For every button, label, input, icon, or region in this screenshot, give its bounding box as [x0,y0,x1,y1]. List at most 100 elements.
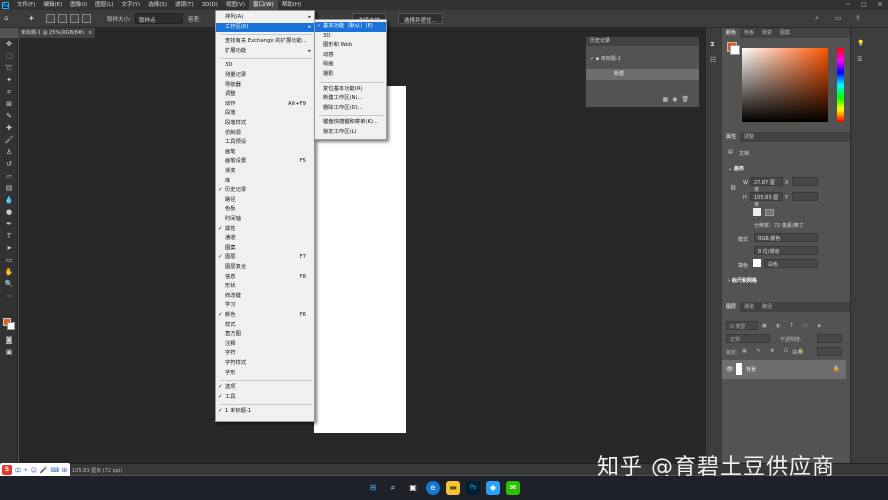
rectangle-tool-icon[interactable]: ▭ [0,254,18,266]
tab-patterns[interactable]: 图案 [776,28,794,38]
workspace-menu-item[interactable]: ✓ 基本功能（默认）(E) [315,22,386,32]
magic-wand-tool-icon[interactable]: ✦ [0,74,18,86]
ime-emoji-icon[interactable]: ☺ [31,467,37,474]
share-icon[interactable]: ⇪ [855,14,861,22]
layer-filter-icons[interactable]: ▣ ◐ T ▭ ◈ [762,323,825,329]
bit-depth-select[interactable]: 8 位/通道 [754,246,818,255]
history-brush-tool-icon[interactable]: ↺ [0,158,18,170]
window-menu-item[interactable]: 色板 [216,205,314,215]
more-tools-icon[interactable]: ⋯ [0,290,18,302]
path-selection-tool-icon[interactable]: ➤ [0,242,18,254]
x-field[interactable] [792,177,818,186]
brush-tool-icon[interactable]: 🖌 [0,134,18,146]
tab-layers[interactable]: 图层 [722,302,741,312]
menu-file[interactable]: 文件(F) [13,0,39,10]
window-menu-item[interactable]: 段落样式 [216,119,314,129]
menu-help[interactable]: 帮助(H) [278,0,305,10]
eye-icon[interactable]: 👁 [726,366,734,373]
intersect-selection-icon[interactable] [82,14,91,23]
eyedropper-tool-icon[interactable]: ✎ [0,110,18,122]
link-icon[interactable]: ⛓ [730,185,736,191]
photoshop-taskbar-icon[interactable]: Ps [466,481,480,495]
gradient-tool-icon[interactable]: ▤ [0,182,18,194]
layer-filter-select[interactable]: Q 类型 [726,321,758,330]
width-field[interactable]: 27.87 厘米 [750,177,783,193]
workspace-menu-item[interactable]: 删除工作区(D)... [315,104,386,114]
eraser-tool-icon[interactable]: ▱ [0,170,18,182]
window-menu-item[interactable]: 工具预设 [216,138,314,148]
rulers-grid-section-title[interactable]: › 标尺和网格 [728,277,757,284]
window-menu-item[interactable]: 直方图 [216,330,314,340]
window-menu-item[interactable]: 查找有关 Exchange 的扩展功能... [216,37,314,47]
app-icon[interactable]: ◆ [486,481,500,495]
workspace-menu-item[interactable]: 复位基本功能(R) [315,85,386,95]
window-menu-item[interactable]: 测量记录 [216,71,314,81]
workspace-menu-item[interactable]: 动感 [315,51,386,61]
trash-icon[interactable]: 🗑 [681,96,693,103]
fill-opacity-field[interactable] [817,347,842,356]
window-menu-item[interactable]: ✓ 选项 [216,383,314,393]
window-menu-item[interactable]: ✓ 1 未标题-1 [216,407,314,417]
window-menu-item[interactable]: 学习 [216,301,314,311]
new-selection-icon[interactable] [46,14,55,23]
window-menu-item[interactable]: ✓ 图层 F7 [216,253,314,263]
window-menu-item[interactable]: 段落 [216,109,314,119]
lasso-tool-icon[interactable]: ➰ [0,62,18,74]
window-menu-item[interactable]: 画笔设置 F5 [216,157,314,167]
history-step[interactable]: 新建 [586,69,699,80]
new-document-icon[interactable]: ▦ [662,96,672,103]
crop-tool-icon[interactable]: ⌗ [0,86,18,98]
window-menu-item[interactable]: 排列(A) ▸ [216,13,314,23]
landscape-orientation-icon[interactable] [765,209,774,216]
window-menu-item[interactable]: 信息 F8 [216,273,314,283]
frame-tool-icon[interactable]: ⊠ [0,98,18,110]
libraries-icon[interactable]: ☰ [857,56,862,63]
quick-mask-icon[interactable]: ◙ [0,334,18,346]
mode-select[interactable]: RGB 颜色 [754,233,818,242]
workspace-menu-item[interactable]: 绘画 [315,60,386,70]
menu-view[interactable]: 视图(V) [222,0,249,10]
window-menu-item[interactable]: 仿制源 [216,129,314,139]
sogou-logo[interactable]: S [2,465,12,475]
file-explorer-icon[interactable]: ▬ [446,481,460,495]
window-menu-item[interactable]: 图层复合 [216,263,314,273]
pen-tool-icon[interactable]: ✒ [0,218,18,230]
background-swatch[interactable] [730,45,740,55]
window-menu-item[interactable]: ✓ 属性 [216,225,314,235]
window-menu-item[interactable]: 字符 [216,349,314,359]
workspace-menu-item[interactable]: 新建工作区(N)... [315,94,386,104]
blend-mode-select[interactable]: 正常 [726,334,770,343]
zoom-tool-icon[interactable]: 🔍 [0,278,18,290]
window-menu-item[interactable]: 调整 [216,90,314,100]
sample-size-select[interactable]: 取样点 [135,13,183,24]
tab-adjustments[interactable]: 调整 [740,132,758,142]
portrait-orientation-icon[interactable] [753,208,761,216]
menu-image[interactable]: 图像(I) [66,0,91,10]
tab-channels[interactable]: 通道 [740,302,758,312]
healing-brush-tool-icon[interactable]: ✚ [0,122,18,134]
workspace-menu-item[interactable]: 键盘快捷键和菜单(K)... [315,118,386,128]
tab-properties[interactable]: 属性 [722,132,741,142]
screen-mode-icon[interactable]: ▣ [0,346,18,358]
window-menu-item[interactable]: 库 [216,177,314,187]
dodge-tool-icon[interactable]: ● [0,206,18,218]
ime-menu-icon[interactable]: ⊞ [62,467,67,474]
workspace-menu-item[interactable]: 图形和 Web [315,41,386,51]
y-field[interactable] [792,192,818,201]
window-menu-item[interactable]: 图案 [216,244,314,254]
window-menu-item[interactable]: 3D [216,61,314,71]
minimize-icon[interactable]: ─ [840,0,856,10]
workspace-menu-item[interactable]: 锁定工作区(L) [315,128,386,138]
height-field[interactable]: 105.83 厘米 [750,192,783,208]
clone-stamp-tool-icon[interactable]: ♙ [0,146,18,158]
ime-mic-icon[interactable]: 🎤 [40,467,47,474]
window-menu-item[interactable]: 通道 [216,234,314,244]
window-menu-item[interactable]: 样式 [216,321,314,331]
window-menu-item[interactable]: 动作 Alt+F9 [216,100,314,110]
window-menu-item[interactable]: 扩展功能 ▸ [216,47,314,57]
wechat-icon[interactable]: ✉ [506,481,520,495]
close-icon[interactable]: ✕ [872,0,888,10]
tab-color[interactable]: 颜色 [722,28,741,38]
ime-keyboard-icon[interactable]: ⌨ [50,467,59,474]
maximize-icon[interactable]: ▢ [856,0,872,10]
